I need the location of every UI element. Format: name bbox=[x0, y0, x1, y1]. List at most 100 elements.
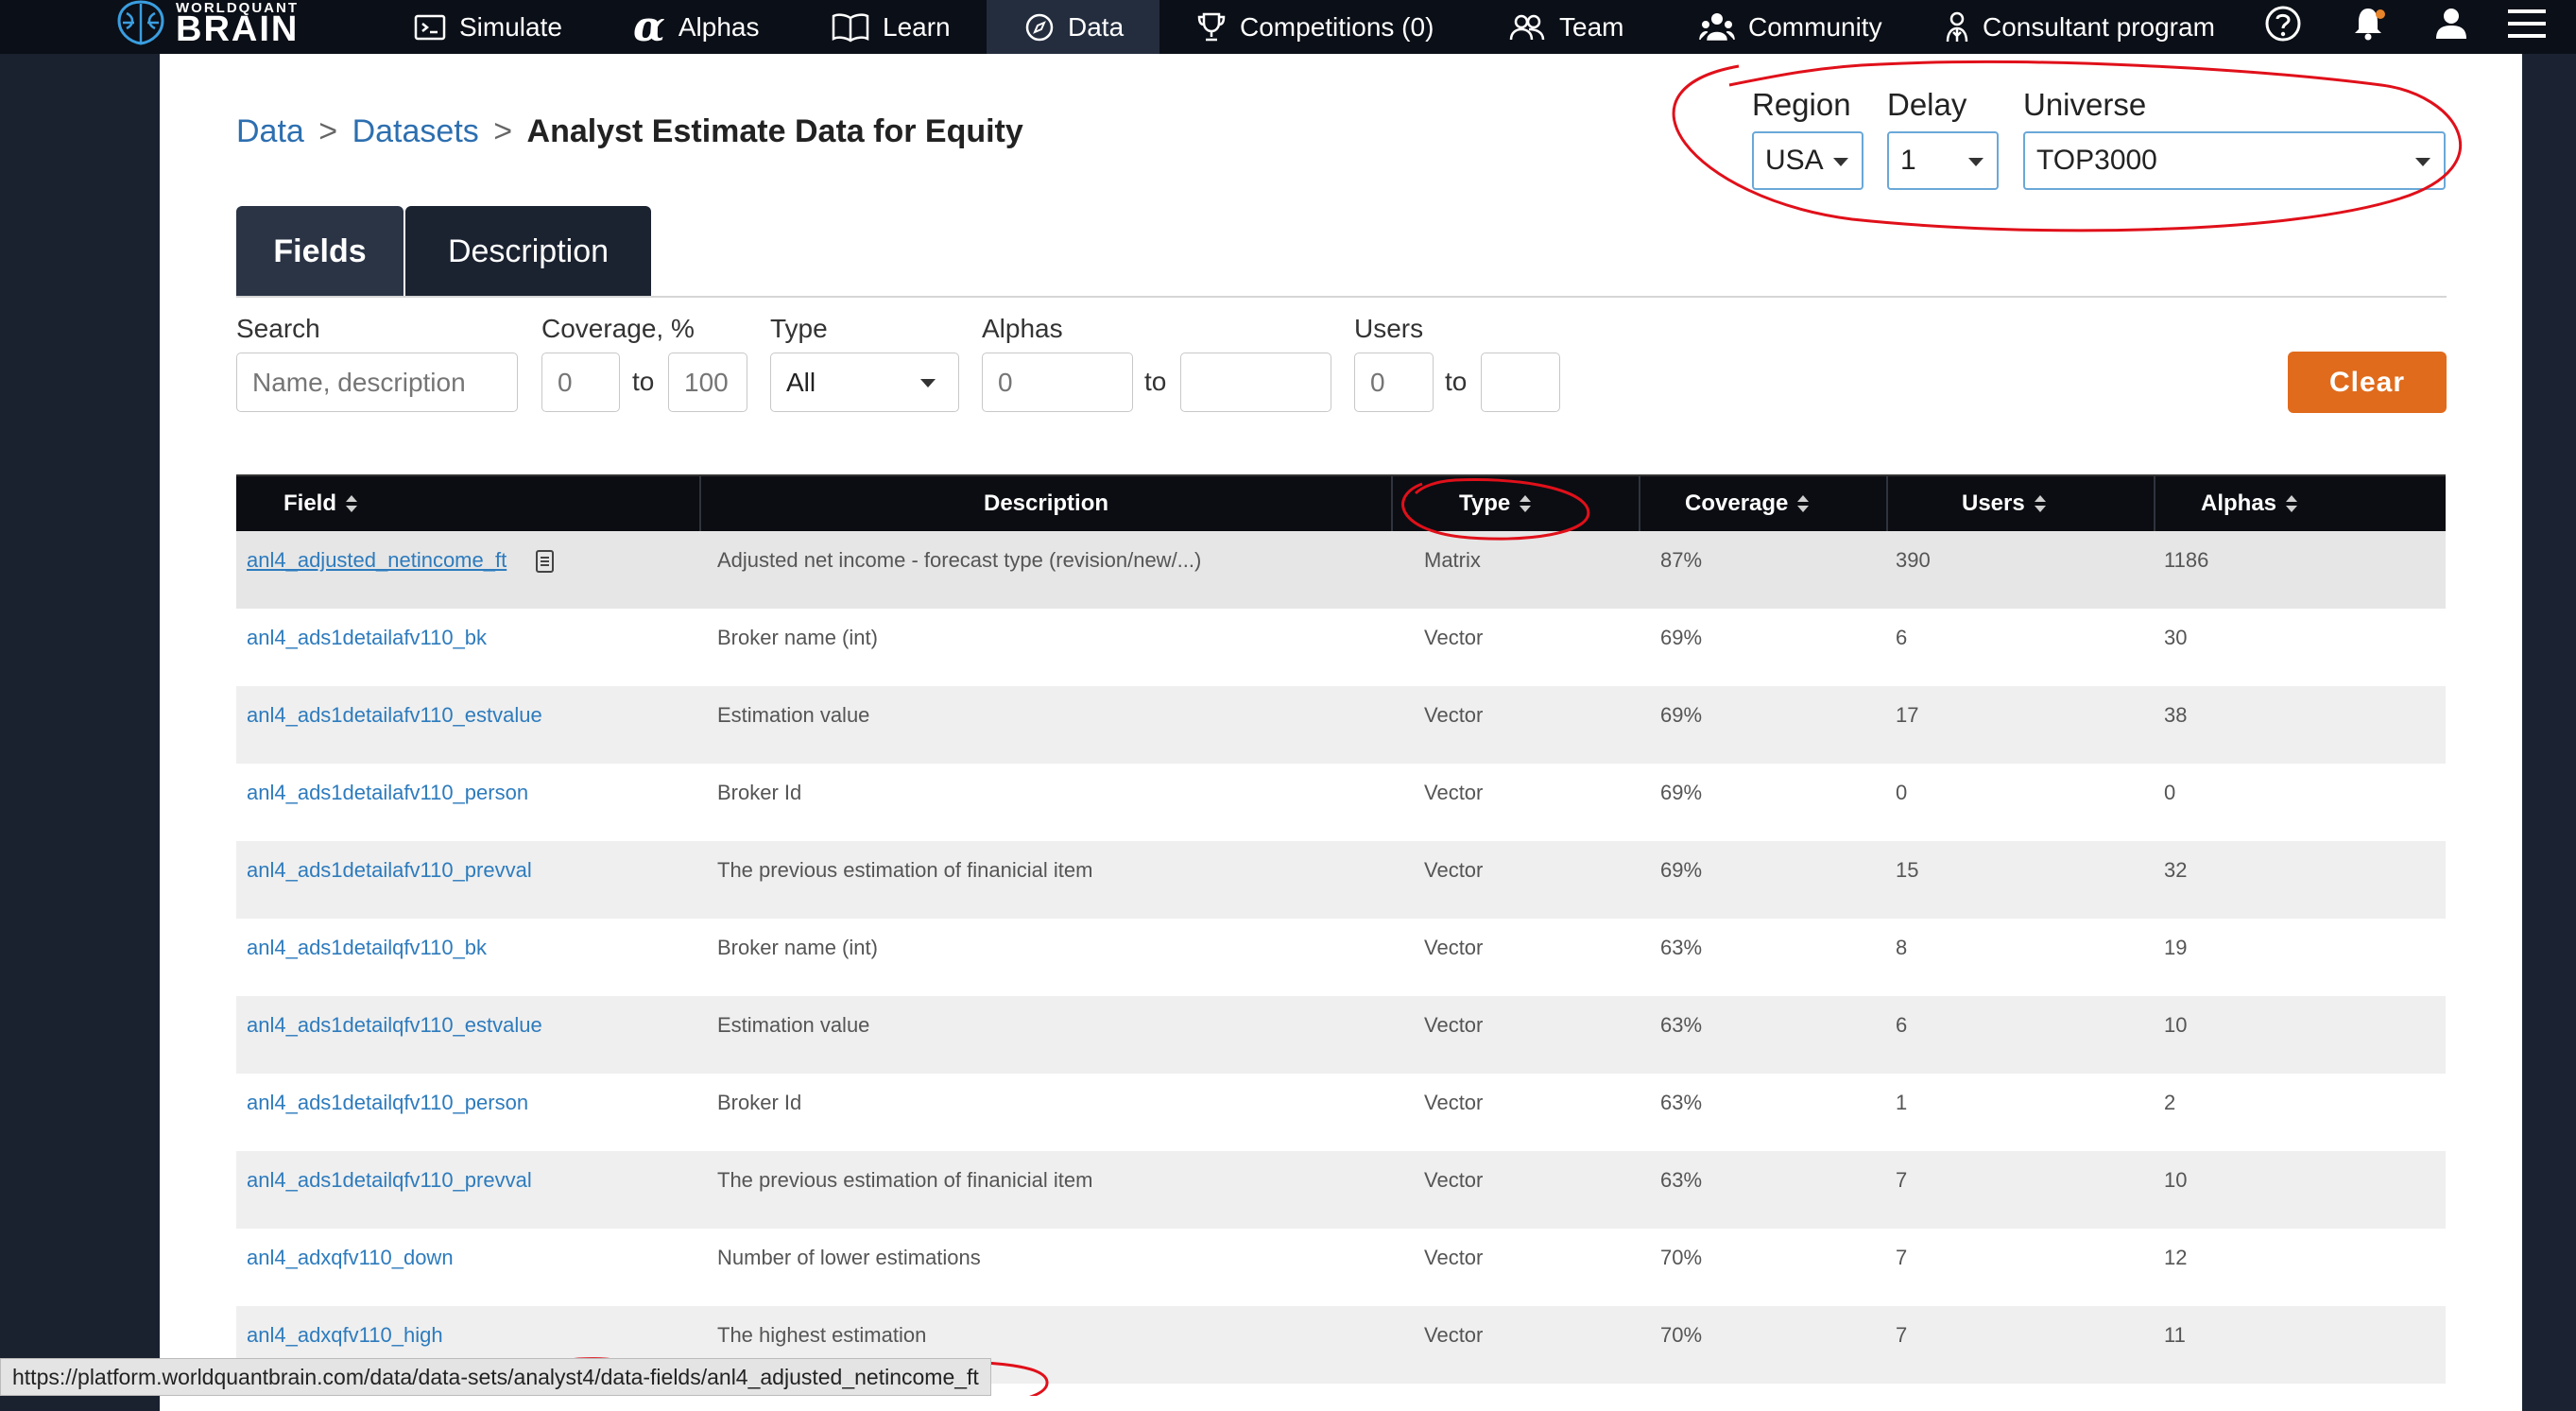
tab-fields[interactable]: Fields bbox=[236, 206, 404, 297]
column-header-users[interactable]: Users bbox=[1886, 476, 2154, 531]
cell-field[interactable]: anl4_ads1detailqfv110_bk bbox=[247, 936, 487, 960]
cell-alphas: 30 bbox=[2164, 626, 2188, 649]
cell-coverage: 63% bbox=[1660, 1091, 1703, 1114]
table-row[interactable]: anl4_ads1detailqfv110_bk Broker name (int… bbox=[236, 919, 2446, 996]
breadcrumb-data-link[interactable]: Data bbox=[236, 113, 304, 149]
worldquant-brain-logo[interactable]: WORLDQUANT BRAIN bbox=[112, 0, 299, 47]
cell-field[interactable]: anl4_ads1detailafv110_person bbox=[247, 781, 528, 805]
coverage-max-input[interactable] bbox=[668, 353, 747, 412]
universe-value: TOP3000 bbox=[2036, 145, 2157, 176]
table-row[interactable]: anl4_adxqfv110_down Number of lower estim… bbox=[236, 1229, 2446, 1306]
user-icon[interactable] bbox=[2432, 0, 2470, 47]
cell-alphas: 10 bbox=[2164, 1013, 2188, 1037]
alphas-to-label: to bbox=[1144, 367, 1167, 396]
top-navigation-bar: WORLDQUANT BRAIN Simulate α Alphas Learn… bbox=[0, 0, 2576, 54]
table-row[interactable]: anl4_ads1detailafv110_bk Broker name (int… bbox=[236, 609, 2446, 686]
nav-consultant-program[interactable]: Consultant program bbox=[1945, 0, 2215, 54]
column-header-type[interactable]: Type bbox=[1391, 476, 1639, 531]
nav-learn[interactable]: Learn bbox=[832, 0, 951, 54]
logo-big-text: BRAIN bbox=[176, 9, 300, 49]
cell-type: Vector bbox=[1424, 781, 1484, 804]
column-header-field[interactable]: Field bbox=[236, 476, 699, 531]
delay-value: 1 bbox=[1900, 145, 1916, 176]
region-select[interactable]: USA bbox=[1752, 131, 1863, 190]
cell-users: 7 bbox=[1896, 1323, 1908, 1347]
cell-field[interactable]: anl4_ads1detailafv110_bk bbox=[247, 626, 487, 650]
copy-field-icon[interactable] bbox=[534, 548, 557, 580]
users-filter-label: Users bbox=[1354, 314, 1424, 343]
table-row[interactable]: anl4_ads1detailqfv110_person Broker Id Vec… bbox=[236, 1074, 2446, 1151]
nav-competitions[interactable]: Competitions (0) bbox=[1196, 0, 1434, 54]
table-header: Field Description Type Coverage Users Al… bbox=[236, 474, 2446, 531]
cell-field[interactable]: anl4_ads1detailqfv110_person bbox=[247, 1091, 528, 1115]
breadcrumb-separator: > bbox=[493, 113, 513, 149]
table-row[interactable]: anl4_ads1detailqfv110_estvalue Estimation… bbox=[236, 996, 2446, 1074]
column-header-coverage[interactable]: Coverage bbox=[1639, 476, 1886, 531]
users-to-label: to bbox=[1445, 367, 1468, 396]
table-row[interactable]: anl4_ads1detailqfv110_prevval The previou… bbox=[236, 1151, 2446, 1229]
cell-type: Vector bbox=[1424, 1091, 1484, 1114]
nav-simulate[interactable]: Simulate bbox=[414, 0, 562, 54]
help-icon[interactable] bbox=[2264, 0, 2302, 47]
delay-select[interactable]: 1 bbox=[1887, 131, 1999, 190]
clear-filters-button[interactable]: Clear bbox=[2288, 352, 2447, 413]
coverage-min-input[interactable] bbox=[541, 353, 620, 412]
menu-icon[interactable] bbox=[2508, 0, 2546, 47]
cell-users: 1 bbox=[1896, 1091, 1908, 1114]
cell-description: The previous estimation of finanicial it… bbox=[717, 858, 1093, 882]
cell-description: Estimation value bbox=[717, 703, 870, 727]
cell-description: Estimation value bbox=[717, 1013, 870, 1037]
table-row[interactable]: anl4_ads1detailafv110_estvalue Estimation… bbox=[236, 686, 2446, 764]
cell-type: Vector bbox=[1424, 1168, 1484, 1192]
tab-fields-label: Fields bbox=[273, 232, 367, 269]
cell-description: Broker Id bbox=[717, 781, 802, 804]
cell-field[interactable]: anl4_ads1detailqfv110_estvalue bbox=[247, 1013, 542, 1038]
nav-team[interactable]: Team bbox=[1508, 0, 1623, 54]
cell-type: Vector bbox=[1424, 936, 1484, 959]
cell-field[interactable]: anl4_ads1detailafv110_prevval bbox=[247, 858, 532, 883]
breadcrumb-datasets-link[interactable]: Datasets bbox=[352, 113, 479, 149]
cell-field[interactable]: anl4_adxqfv110_high bbox=[247, 1323, 443, 1348]
nav-community-label: Community bbox=[1748, 11, 1882, 42]
nav-alphas-label: Alphas bbox=[678, 11, 760, 42]
cell-field[interactable]: anl4_adxqfv110_down bbox=[247, 1246, 454, 1270]
cell-type: Vector bbox=[1424, 1013, 1484, 1037]
cell-field[interactable]: anl4_ads1detailafv110_estvalue bbox=[247, 703, 542, 728]
cell-field[interactable]: anl4_ads1detailqfv110_prevval bbox=[247, 1168, 532, 1193]
cell-users: 6 bbox=[1896, 1013, 1908, 1037]
column-header-field-label: Field bbox=[283, 490, 337, 516]
alpha-icon: α bbox=[633, 3, 665, 51]
cell-users: 7 bbox=[1896, 1246, 1908, 1269]
alphas-max-input[interactable] bbox=[1180, 353, 1331, 412]
universe-label: Universe bbox=[2023, 87, 2147, 122]
users-min-input[interactable] bbox=[1354, 353, 1434, 412]
column-header-alphas[interactable]: Alphas bbox=[2154, 476, 2446, 531]
universe-select[interactable]: TOP3000 bbox=[2023, 131, 2446, 190]
search-input[interactable] bbox=[236, 353, 518, 412]
nav-data[interactable]: Data bbox=[987, 0, 1159, 54]
cell-alphas: 32 bbox=[2164, 858, 2188, 882]
table-row[interactable]: anl4_ads1detailafv110_prevval The previou… bbox=[236, 841, 2446, 919]
nav-alphas[interactable]: α Alphas bbox=[633, 0, 759, 54]
link-hover-status-bar: https://platform.worldquantbrain.com/dat… bbox=[0, 1358, 991, 1396]
cell-coverage: 69% bbox=[1660, 781, 1703, 804]
cell-alphas: 10 bbox=[2164, 1168, 2188, 1192]
cell-type: Vector bbox=[1424, 1323, 1484, 1347]
alphas-min-input[interactable] bbox=[982, 353, 1133, 412]
notification-bell-icon[interactable] bbox=[2349, 0, 2387, 47]
table-row[interactable]: anl4_ads1detailafv110_person Broker Id Vec… bbox=[236, 764, 2446, 841]
cell-field[interactable]: anl4_adjusted_netincome_ft bbox=[247, 548, 507, 573]
users-max-input[interactable] bbox=[1481, 353, 1560, 412]
tab-divider bbox=[236, 296, 2447, 298]
type-select-value: All bbox=[786, 367, 816, 397]
type-select[interactable]: All bbox=[770, 353, 959, 412]
nav-community[interactable]: Community bbox=[1699, 0, 1882, 54]
bottom-page-strip bbox=[160, 1396, 2522, 1411]
table-row[interactable]: anl4_adjusted_netincome_ft Adjusted net i… bbox=[236, 531, 2446, 609]
tab-description[interactable]: Description bbox=[405, 206, 651, 297]
nav-team-label: Team bbox=[1559, 11, 1624, 42]
nav-consultant-label: Consultant program bbox=[1983, 11, 2215, 42]
team-icon bbox=[1508, 12, 1546, 43]
column-header-description-label: Description bbox=[983, 490, 1109, 516]
consultant-icon bbox=[1945, 11, 1969, 43]
